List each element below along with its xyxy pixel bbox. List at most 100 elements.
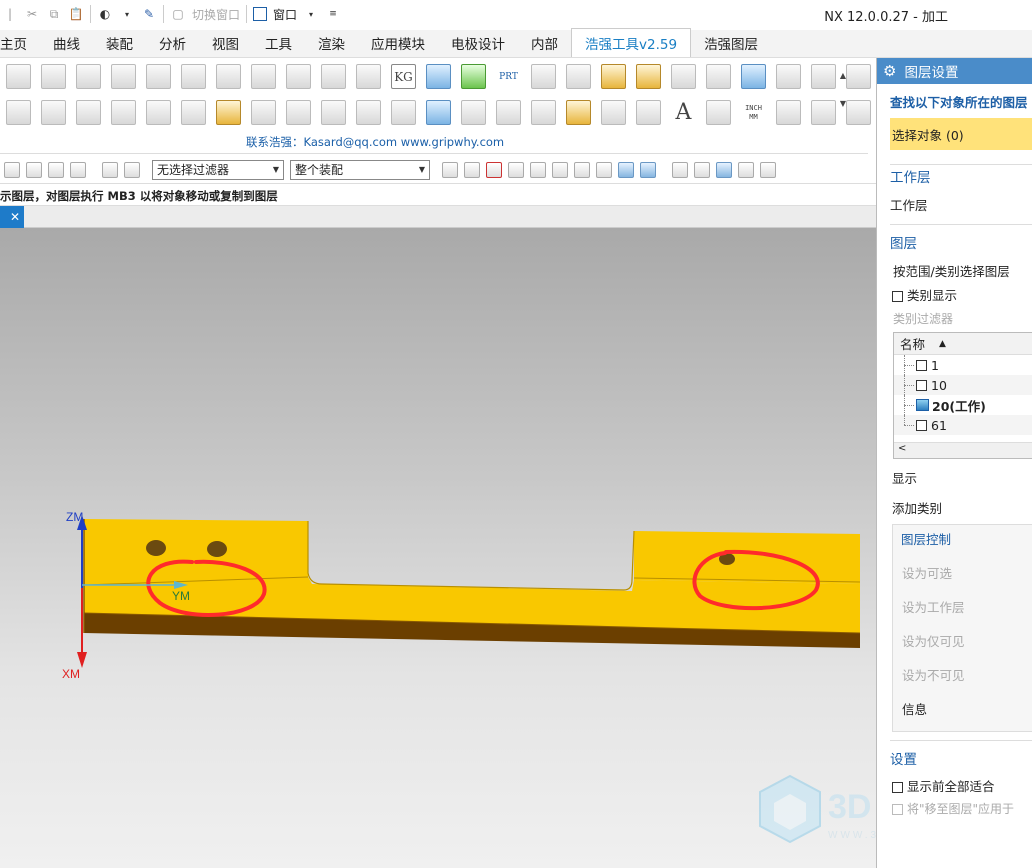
- ribbon-tab[interactable]: 浩强工具v2.59: [571, 28, 692, 57]
- category-display-checkbox[interactable]: [892, 291, 903, 302]
- tool-icon[interactable]: [6, 100, 31, 125]
- ribbon-tab[interactable]: 电极设计: [438, 29, 518, 57]
- tool-icon[interactable]: [6, 64, 31, 89]
- right-block[interactable]: [634, 531, 860, 584]
- edit-object-icon[interactable]: ✎: [141, 6, 157, 22]
- tool-icon[interactable]: [41, 100, 66, 125]
- fit-before-display-option[interactable]: 显示前全部适合: [892, 776, 995, 795]
- copy-icon[interactable]: ⧉: [46, 6, 62, 22]
- bear-icon[interactable]: [216, 100, 241, 125]
- tool-icon[interactable]: [111, 100, 136, 125]
- snap-icon[interactable]: [464, 161, 480, 178]
- left-block[interactable]: [84, 519, 308, 585]
- snap-icon[interactable]: [596, 161, 612, 178]
- tool-icon[interactable]: [846, 64, 871, 89]
- tool-icon[interactable]: [181, 64, 206, 89]
- view-icon[interactable]: [738, 161, 754, 178]
- tool-icon[interactable]: [321, 100, 346, 125]
- select-icon[interactable]: [48, 161, 64, 178]
- layer-checkbox[interactable]: [916, 359, 927, 371]
- ribbon-tab[interactable]: 浩强图层: [691, 29, 771, 57]
- customize-toolbar-icon[interactable]: ≡: [325, 6, 341, 22]
- snap-icon[interactable]: [486, 161, 502, 178]
- tool-icon[interactable]: [181, 100, 206, 125]
- window-icon[interactable]: [253, 7, 268, 21]
- hole[interactable]: [146, 540, 166, 556]
- ribbon-tab[interactable]: 工具: [252, 29, 305, 57]
- snap-icon[interactable]: [552, 161, 568, 178]
- layer-row-20-work[interactable]: 20(工作): [894, 395, 1032, 415]
- ribbon-tab[interactable]: 分析: [146, 29, 199, 57]
- tool-icon[interactable]: [391, 100, 416, 125]
- tool-icon[interactable]: [76, 64, 101, 89]
- tool-icon[interactable]: [741, 64, 766, 89]
- tool-icon[interactable]: [251, 64, 276, 89]
- tool-icon[interactable]: [811, 64, 836, 89]
- select-icon[interactable]: [4, 161, 20, 178]
- tool-icon[interactable]: [111, 64, 136, 89]
- set-visible-only-button[interactable]: 设为仅可见: [902, 631, 965, 650]
- tool-icon[interactable]: [706, 64, 731, 89]
- layer-section[interactable]: 图层: [890, 232, 917, 252]
- text-a-icon[interactable]: A: [671, 100, 696, 125]
- set-invisible-button[interactable]: 设为不可见: [902, 665, 965, 684]
- inch-mm-icon[interactable]: INCH MM: [741, 100, 766, 125]
- refresh-icon[interactable]: [716, 161, 732, 178]
- tool-icon[interactable]: [461, 100, 486, 125]
- tool-icon[interactable]: [671, 64, 696, 89]
- ribbon-tab[interactable]: 装配: [93, 29, 146, 57]
- layer-row-10[interactable]: 10: [894, 375, 1032, 395]
- snap-icon[interactable]: [574, 161, 590, 178]
- tool-icon[interactable]: [531, 100, 556, 125]
- layer-list-header[interactable]: 名称 ▲: [894, 333, 1032, 355]
- layer-row-1[interactable]: 1: [894, 355, 1032, 375]
- set-selectable-button[interactable]: 设为可选: [902, 563, 952, 582]
- add-category-button[interactable]: 添加类别: [892, 498, 942, 517]
- tool-icon[interactable]: [636, 100, 661, 125]
- close-icon[interactable]: ✕: [10, 210, 20, 224]
- tool-icon[interactable]: [286, 100, 311, 125]
- tool-icon[interactable]: [776, 64, 801, 89]
- switch-window-button[interactable]: 切换窗口: [192, 6, 240, 23]
- category-display-option[interactable]: 类别显示: [892, 285, 957, 304]
- select-object-field[interactable]: 选择对象 (0): [890, 118, 1032, 150]
- settings-section[interactable]: 设置: [890, 748, 917, 768]
- tool-icon[interactable]: [426, 64, 451, 89]
- snap-icon[interactable]: [530, 161, 546, 178]
- horizontal-scrollbar[interactable]: <: [894, 442, 1032, 458]
- ribbon-tab[interactable]: 渲染: [305, 29, 358, 57]
- tool-icon[interactable]: [566, 64, 591, 89]
- view-icon[interactable]: [618, 161, 634, 178]
- ribbon-tab[interactable]: 视图: [199, 29, 252, 57]
- ribbon-tab[interactable]: 应用模块: [358, 29, 438, 57]
- tool-icon[interactable]: [321, 64, 346, 89]
- set-work-layer-button[interactable]: 设为工作层: [902, 597, 965, 616]
- work-layer-section[interactable]: 工作层: [890, 166, 931, 186]
- tool-icon[interactable]: [356, 100, 381, 125]
- touch-mode-icon[interactable]: ◐: [97, 6, 113, 22]
- tool-icon[interactable]: [811, 100, 836, 125]
- tool-icon[interactable]: [146, 64, 171, 89]
- kg-weight-icon[interactable]: KG: [391, 64, 416, 89]
- tool-icon[interactable]: [216, 64, 241, 89]
- tool-icon[interactable]: [601, 64, 626, 89]
- layer-row-61[interactable]: 61: [894, 415, 1032, 435]
- tool-icon[interactable]: [706, 100, 731, 125]
- ribbon-tab[interactable]: 主页: [0, 29, 40, 57]
- tool-icon[interactable]: [776, 100, 801, 125]
- tool-icon[interactable]: [531, 64, 556, 89]
- view-icon[interactable]: [694, 161, 710, 178]
- dropdown-arrow-icon[interactable]: ▾: [119, 6, 135, 22]
- graphics-viewport[interactable]: ZM YM XM 3D WWW.3DSJW.COM: [0, 228, 876, 868]
- tool-icon[interactable]: [601, 100, 626, 125]
- view-icon[interactable]: [672, 161, 688, 178]
- view-icon[interactable]: [760, 161, 776, 178]
- layer-control-title[interactable]: 图层控制: [893, 525, 1032, 548]
- tool-icon[interactable]: [41, 64, 66, 89]
- prt-icon[interactable]: PRT: [496, 64, 521, 89]
- select-icon[interactable]: [102, 161, 118, 178]
- tool-icon[interactable]: [496, 100, 521, 125]
- type-filter-dropdown[interactable]: 无选择过滤器 ▼: [152, 159, 284, 180]
- select-icon[interactable]: [26, 161, 42, 178]
- tool-icon[interactable]: [566, 100, 591, 125]
